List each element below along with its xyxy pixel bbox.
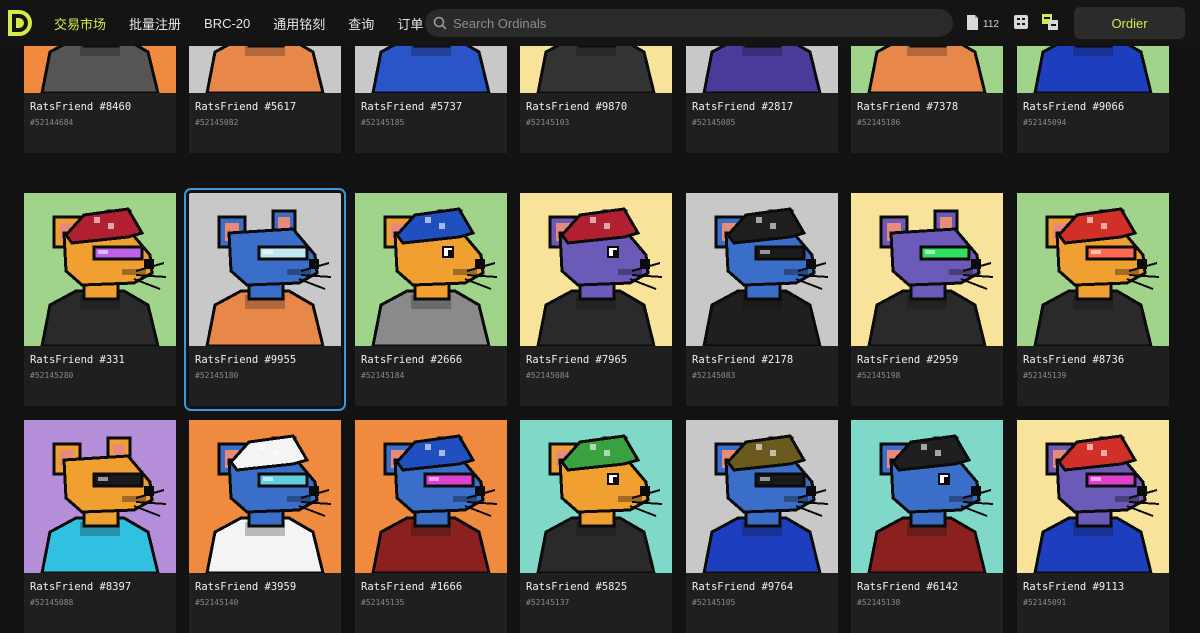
inscription-number: #52144684 xyxy=(30,118,74,127)
nft-image xyxy=(1017,193,1169,346)
nav-item-batch-register[interactable]: 批量注册 xyxy=(129,14,181,33)
nft-card[interactable]: RatsFriend #5825 #52145137 xyxy=(520,420,672,633)
nft-name: RatsFriend #5825 xyxy=(526,581,628,593)
nft-card[interactable]: RatsFriend #2959 #52145198 xyxy=(851,193,1003,406)
nft-card[interactable]: RatsFriend #7965 #52145084 xyxy=(520,193,672,406)
nft-image xyxy=(189,420,341,573)
nft-name: RatsFriend #2959 xyxy=(857,354,959,366)
nft-name: RatsFriend #9066 xyxy=(1023,101,1125,113)
language-icon[interactable] xyxy=(1041,13,1059,36)
site-logo-icon[interactable] xyxy=(7,9,33,37)
inscription-number: #52145184 xyxy=(361,371,405,380)
inscription-number: #52145103 xyxy=(526,118,570,127)
nft-image xyxy=(1017,420,1169,573)
nft-image xyxy=(520,420,672,573)
collection-grid: RatsFriend #8460 #52144684 RatsFriend #561… xyxy=(24,0,1194,633)
nft-card[interactable]: RatsFriend #2666 #52145184 xyxy=(355,193,507,406)
nft-card[interactable]: RatsFriend #1666 #52145135 xyxy=(355,420,507,633)
nft-image xyxy=(355,193,507,346)
nft-name: RatsFriend #3959 xyxy=(195,581,297,593)
nft-name: RatsFriend #9955 xyxy=(195,354,297,366)
nav-item-orders[interactable]: 订单 xyxy=(397,14,423,33)
nft-image xyxy=(686,193,838,346)
nft-image xyxy=(851,193,1003,346)
nft-name: RatsFriend #6142 xyxy=(857,581,959,593)
nft-card[interactable]: RatsFriend #3959 #52145140 xyxy=(189,420,341,633)
nft-name: RatsFriend #8736 xyxy=(1023,354,1125,366)
inscription-number: #52145137 xyxy=(526,598,570,607)
nft-card[interactable]: RatsFriend #331 #52145280 xyxy=(24,193,176,406)
search-input[interactable] xyxy=(453,15,933,31)
search-bar xyxy=(425,9,953,37)
nft-image xyxy=(24,420,176,573)
nft-name: RatsFriend #5737 xyxy=(361,101,463,113)
inscription-number: #52145186 xyxy=(857,118,901,127)
inscription-number: #52145138 xyxy=(857,598,901,607)
inscription-number: #52145082 xyxy=(195,118,239,127)
inscription-number: #52145140 xyxy=(195,598,239,607)
inscription-number: #52145139 xyxy=(1023,371,1067,380)
nft-name: RatsFriend #331 xyxy=(30,354,125,366)
search-icon xyxy=(433,16,447,30)
calculator-icon[interactable] xyxy=(1013,14,1029,35)
nft-image xyxy=(355,420,507,573)
nft-card[interactable]: RatsFriend #9113 #52145091 xyxy=(1017,420,1169,633)
inscription-number: #52145135 xyxy=(361,598,405,607)
nft-name: RatsFriend #9113 xyxy=(1023,581,1125,593)
nft-name: RatsFriend #8397 xyxy=(30,581,132,593)
inscription-number: #52145280 xyxy=(30,371,74,380)
inscription-number: #52145084 xyxy=(526,371,570,380)
nft-name: RatsFriend #2666 xyxy=(361,354,463,366)
nft-name: RatsFriend #7965 xyxy=(526,354,628,366)
top-navigation-bar: 交易市场 批量注册 BRC-20 通用铭刻 查询 订单 112 Ordier xyxy=(0,0,1200,46)
inscription-number: #52145105 xyxy=(692,598,736,607)
nft-image xyxy=(520,193,672,346)
inscription-number: #52145094 xyxy=(1023,118,1067,127)
inscription-number: #52145091 xyxy=(1023,598,1067,607)
nft-name: RatsFriend #2178 xyxy=(692,354,794,366)
inscription-number: #52145185 xyxy=(361,118,405,127)
nft-name: RatsFriend #2817 xyxy=(692,101,794,113)
header-tools: 112 xyxy=(966,13,1071,36)
inscription-number: #52145088 xyxy=(30,598,74,607)
inscription-number: #52145085 xyxy=(692,118,736,127)
nft-image xyxy=(189,193,341,346)
nav-item-inscribe[interactable]: 通用铭刻 xyxy=(273,14,325,33)
nft-name: RatsFriend #7378 xyxy=(857,101,959,113)
nft-name: RatsFriend #5617 xyxy=(195,101,297,113)
nft-name: RatsFriend #9764 xyxy=(692,581,794,593)
inscription-number: #52145083 xyxy=(692,371,736,380)
connect-button[interactable]: Ordier xyxy=(1074,7,1185,39)
inscription-count: 112 xyxy=(983,19,999,30)
nft-name: RatsFriend #1666 xyxy=(361,581,463,593)
main-nav: 交易市场 批量注册 BRC-20 通用铭刻 查询 订单 xyxy=(54,0,446,46)
inscription-number: #52145198 xyxy=(857,371,901,380)
document-icon[interactable] xyxy=(966,14,979,36)
nav-item-query[interactable]: 查询 xyxy=(348,14,374,33)
nft-card[interactable]: RatsFriend #8397 #52145088 xyxy=(24,420,176,633)
nft-card[interactable]: RatsFriend #9764 #52145105 xyxy=(686,420,838,633)
nft-name: RatsFriend #9870 xyxy=(526,101,628,113)
nft-card[interactable]: RatsFriend #6142 #52145138 xyxy=(851,420,1003,633)
nft-card[interactable]: RatsFriend #9955 #52145180 xyxy=(184,188,346,411)
inscription-number: #52145180 xyxy=(195,371,239,380)
nft-card[interactable]: RatsFriend #2178 #52145083 xyxy=(686,193,838,406)
nft-image xyxy=(24,193,176,346)
nav-item-marketplace[interactable]: 交易市场 xyxy=(54,14,106,33)
nft-name: RatsFriend #8460 xyxy=(30,101,132,113)
nft-image xyxy=(851,420,1003,573)
nav-item-brc20[interactable]: BRC-20 xyxy=(204,16,250,31)
nft-card[interactable]: RatsFriend #8736 #52145139 xyxy=(1017,193,1169,406)
nft-image xyxy=(686,420,838,573)
